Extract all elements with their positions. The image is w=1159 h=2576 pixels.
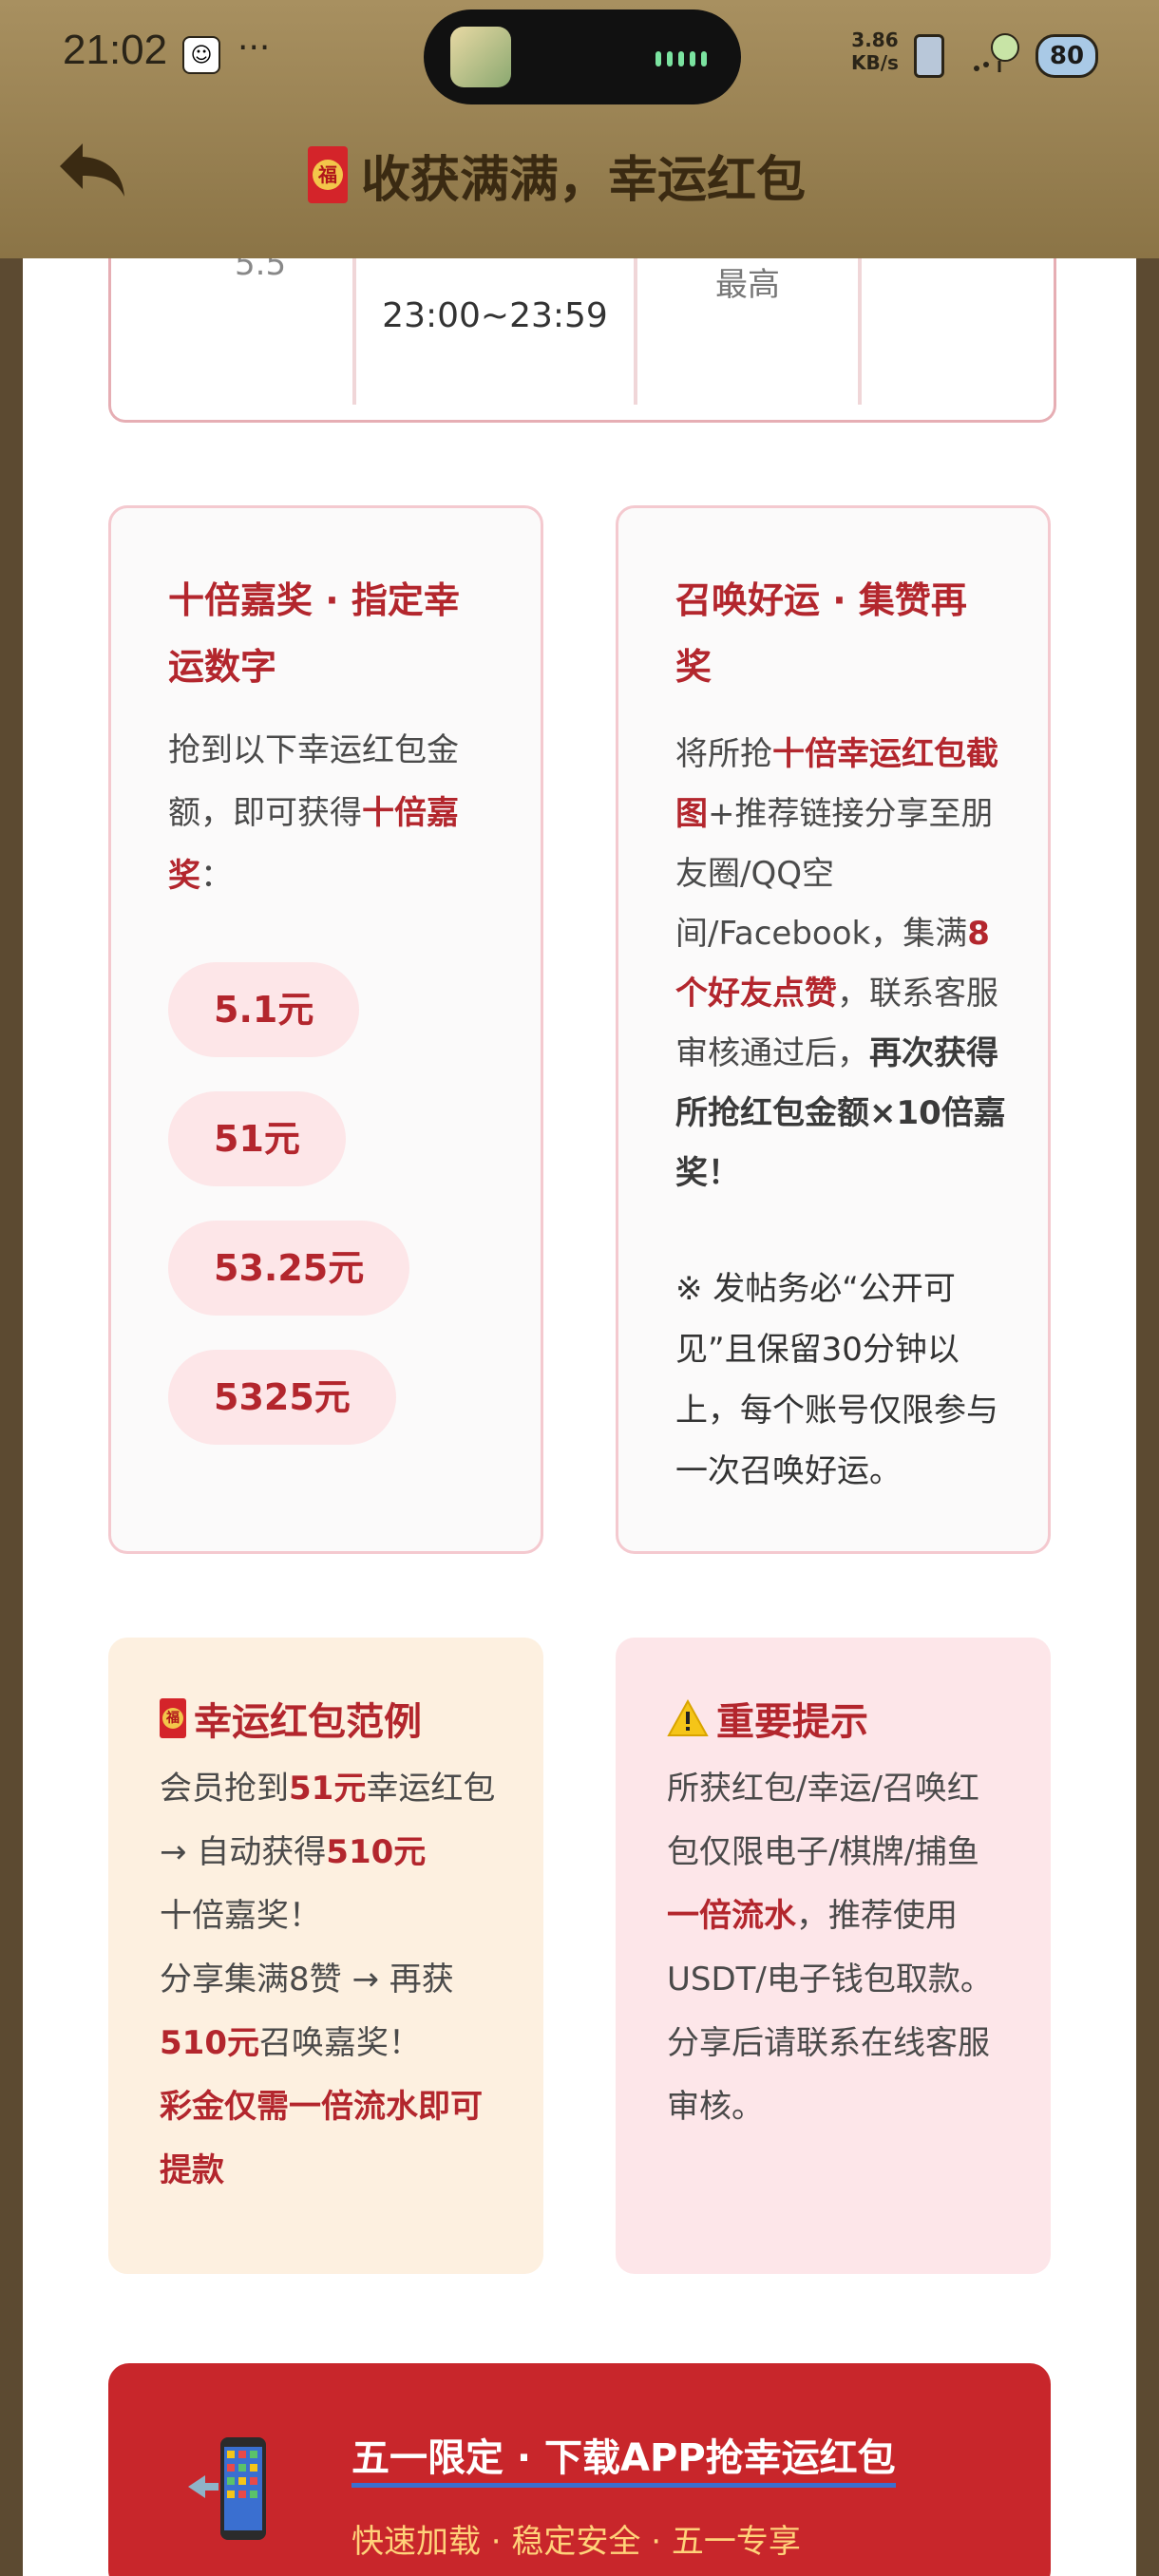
signal-icon xyxy=(971,32,1024,74)
card-title: 十倍嘉奖 · 指定幸运数字 xyxy=(168,579,460,688)
back-arrow-icon xyxy=(60,143,124,197)
lucky-number-card: 十倍嘉奖 · 指定幸运数字 抢到以下幸运红包金额，即可获得十倍嘉奖： 5.1元 … xyxy=(108,505,543,1554)
amount-chip: 5.1元 xyxy=(168,962,360,1057)
mobile-download-icon xyxy=(188,2437,266,2540)
example-text-part: 召唤嘉奖！ xyxy=(258,2024,421,2062)
date-cut-text: 5.5 xyxy=(235,258,287,283)
warning-icon xyxy=(667,1699,709,1736)
example-title-text: 幸运红包范例 xyxy=(194,1700,422,1744)
content-page: 5.5 23:00~23:59 最高 十倍嘉奖 · 指定幸运数字 抢到以下幸运红… xyxy=(23,258,1136,2576)
dynamic-island[interactable] xyxy=(424,9,741,104)
example-highlight: 51元 xyxy=(289,1770,367,1808)
schedule-table: 5.5 23:00~23:59 最高 xyxy=(108,258,1056,423)
example-text: 会员抢到51元幸运红包 → 自动获得510元 十倍嘉奖！ 分享集满8赞 → 再获 51… xyxy=(160,1757,502,2203)
banner-subtitle: 快速加载 · 稳定安全 · 五一专享 xyxy=(352,2523,801,2561)
amount-chip: 51元 xyxy=(168,1091,346,1186)
network-speed: 3.86 KB/s xyxy=(851,28,899,74)
top-bar: 21:02 ☺ ··· 3.86 KB/s 80 收获满满，幸运红包 xyxy=(0,0,1159,258)
notification-emoji-icon: ☺ xyxy=(182,36,220,74)
page-title: 收获满满，幸运红包 xyxy=(308,137,806,213)
download-app-banner[interactable]: 五一限定 · 下载APP抢幸运红包 快速加载 · 稳定安全 · 五一专享 xyxy=(108,2363,1051,2576)
red-envelope-icon xyxy=(308,146,348,203)
notice-highlight: 一倍流水 xyxy=(667,1897,796,1935)
example-text-part: 会员抢到 xyxy=(160,1770,289,1808)
desc-text: +推荐链接分享至朋友圈/QQ空间/Facebook，集满 xyxy=(675,795,994,953)
card-note: ※ 发帖务必“公开可见”且保留30分钟以上，每个账号仅限参与一次召唤好运。 xyxy=(675,1270,998,1490)
card-description: 将所抢十倍幸运红包截图+推荐链接分享至朋友圈/QQ空间/Facebook，集满8… xyxy=(675,725,1008,1203)
table-cell: 23:00~23:59 xyxy=(356,258,637,405)
example-text-part: 十倍嘉奖！ xyxy=(160,1897,321,1935)
amount-chip: 53.25元 xyxy=(168,1221,410,1316)
status-bar: 21:02 ☺ ··· 3.86 KB/s 80 xyxy=(0,0,1159,104)
battery-level: 80 xyxy=(1049,42,1085,70)
back-button[interactable] xyxy=(49,131,135,211)
notice-title: 重要提示 xyxy=(667,1691,868,1746)
page-title-text: 收获满满，幸运红包 xyxy=(361,151,807,209)
notice-title-text: 重要提示 xyxy=(716,1700,868,1744)
example-box: 幸运红包范例 会员抢到51元幸运红包 → 自动获得510元十倍嘉奖！分享集满8赞… xyxy=(108,1638,543,2274)
card-title: 召唤好运 · 集赞再奖 xyxy=(675,579,967,688)
banner-link[interactable]: 五一限定 · 下载APP抢幸运红包 xyxy=(352,2434,896,2488)
red-envelope-icon xyxy=(160,1698,186,1738)
status-time: 21:02 xyxy=(63,27,168,73)
amount-chip: 5325元 xyxy=(168,1350,396,1445)
audio-wave-icon xyxy=(656,51,709,66)
share-likes-card: 召唤好运 · 集赞再奖 将所抢十倍幸运红包截图+推荐链接分享至朋友圈/QQ空间/… xyxy=(616,505,1051,1554)
max-label: 最高 xyxy=(715,266,780,304)
time-range: 23:00~23:59 xyxy=(382,296,608,335)
example-highlight: 510元 xyxy=(160,2024,259,2062)
desc-text: 将所抢 xyxy=(675,735,772,773)
vibrate-icon xyxy=(914,34,944,78)
more-notifications-icon: ··· xyxy=(238,28,271,67)
desc-text: ： xyxy=(200,857,233,895)
example-highlight: 510元 xyxy=(326,1833,427,1871)
table-cell: 5.5 xyxy=(111,258,356,405)
network-speed-unit: KB/s xyxy=(851,51,899,74)
example-title: 幸运红包范例 xyxy=(160,1691,422,1746)
table-cell xyxy=(862,258,1048,405)
notice-box: 重要提示 所获红包/幸运/召唤红包仅限电子/棋牌/捕鱼一倍流水，推荐使用USDT… xyxy=(616,1638,1051,2274)
battery-icon: 80 xyxy=(1036,34,1098,78)
example-text-part: 分享集满8赞 → 再获 xyxy=(160,1960,454,1998)
card-description: 抢到以下幸运红包金额，即可获得十倍嘉奖： xyxy=(168,719,501,907)
table-cell: 最高 xyxy=(637,258,862,405)
network-speed-value: 3.86 xyxy=(851,28,899,51)
app-avatar-icon xyxy=(450,27,511,87)
notice-text-part: 所获红包/幸运/召唤红包仅限电子/棋牌/捕鱼 xyxy=(667,1770,979,1871)
example-highlight: 彩金仅需一倍流水即可提款 xyxy=(160,2088,483,2189)
notice-text: 所获红包/幸运/召唤红包仅限电子/棋牌/捕鱼一倍流水，推荐使用USDT/电子钱包… xyxy=(667,1757,1009,2139)
